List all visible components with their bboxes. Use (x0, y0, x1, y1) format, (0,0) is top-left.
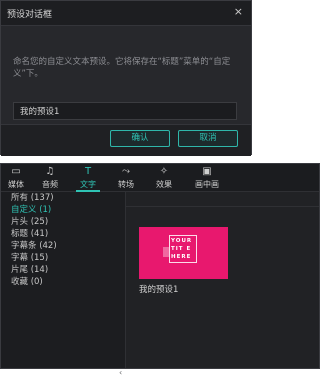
tab-label: 文字 (80, 180, 96, 189)
tab-text[interactable]: T 文字 (73, 166, 103, 192)
preset-dialog: 预设对话框 × 命名您的自定义文本预设。它将保存在“标题”菜单的“自定义”下。 … (0, 0, 252, 156)
cancel-button[interactable]: 取消 (178, 130, 238, 147)
ok-button[interactable]: 确认 (110, 130, 170, 147)
dialog-title: 预设对话框 (7, 10, 53, 20)
category-sidebar: 所有 (137) 自定义 (1) 片头 (25) 标题 (41) 字幕条 (42… (1, 192, 126, 377)
tab-picture-in-picture[interactable]: ▣ 画中画 (187, 166, 227, 190)
thumbnail-title-text: YOUR TIT E HERE (171, 238, 193, 260)
tab-label: 音频 (42, 180, 58, 189)
transition-icon: ⤳ (122, 166, 130, 177)
picture-icon: ▣ (202, 166, 212, 177)
category-lower-thirds[interactable]: 字幕条 (42) (1, 240, 125, 252)
collapse-sidebar-icon[interactable]: ‹ (119, 368, 122, 377)
tab-media[interactable]: ▭ 媒体 (1, 166, 31, 190)
text-icon: T (84, 166, 92, 177)
preset-thumbnail[interactable]: YOUR TIT E HERE (139, 227, 228, 279)
tab-label: 效果 (156, 180, 172, 189)
category-subtitles[interactable]: 字幕 (15) (1, 252, 125, 264)
tab-label: 画中画 (195, 180, 219, 189)
dialog-title-bar: 预设对话框 × (1, 1, 251, 26)
effects-icon: ✧ (159, 166, 169, 177)
tab-effects[interactable]: ✧ 效果 (149, 166, 179, 190)
tab-audio[interactable]: ♫ 音频 (35, 166, 65, 190)
category-all[interactable]: 所有 (137) (1, 192, 125, 204)
preset-label: 我的预设1 (139, 285, 179, 295)
tab-label: 媒体 (8, 180, 24, 189)
category-end-credits[interactable]: 片尾 (14) (1, 264, 125, 276)
preset-name-input[interactable] (13, 102, 237, 120)
music-note-icon: ♫ (45, 166, 55, 177)
category-titles[interactable]: 标题 (41) (1, 228, 125, 240)
content-header (126, 192, 319, 207)
dialog-footer: 确认 取消 (1, 124, 251, 156)
category-openers[interactable]: 片头 (25) (1, 216, 125, 228)
tab-transition[interactable]: ⤳ 转场 (111, 166, 141, 190)
close-icon[interactable]: × (234, 5, 243, 18)
category-custom[interactable]: 自定义 (1) (1, 204, 125, 216)
folder-icon: ▭ (11, 166, 21, 177)
dialog-message: 命名您的自定义文本预设。它将保存在“标题”菜单的“自定义”下。 (13, 57, 231, 79)
tab-bar: ▭ 媒体 ♫ 音频 T 文字 ⤳ 转场 ✧ 效果 ▣ 画中画 (1, 164, 319, 192)
tab-label: 转场 (118, 180, 134, 189)
category-favorites[interactable]: 收藏 (0) (1, 276, 125, 288)
